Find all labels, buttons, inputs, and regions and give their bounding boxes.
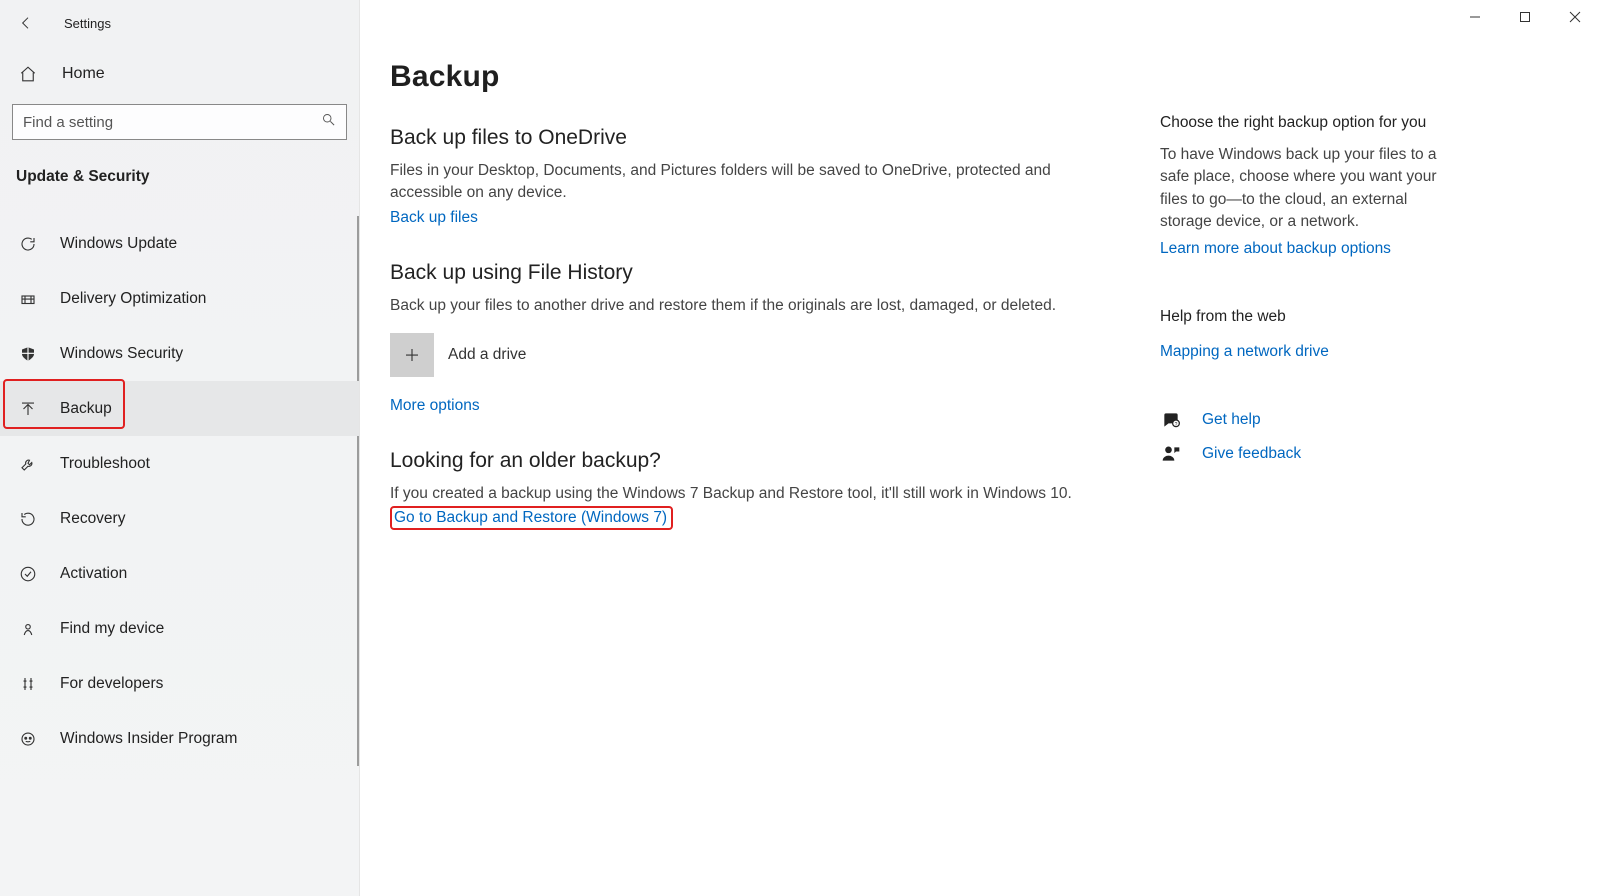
file-history-body: Back up your files to another drive and … (390, 295, 1090, 317)
onedrive-heading: Back up files to OneDrive (390, 126, 1090, 150)
sidebar-item-backup[interactable]: Backup (0, 381, 359, 436)
backup-files-link[interactable]: Back up files (390, 209, 478, 227)
sidebar-item-windows-security[interactable]: Windows Security (0, 326, 359, 381)
add-drive-label: Add a drive (448, 346, 526, 364)
sidebar-item-label: Backup (60, 400, 112, 418)
sidebar-item-recovery[interactable]: Recovery (0, 491, 359, 546)
learn-backup-options-link[interactable]: Learn more about backup options (1160, 240, 1391, 258)
sidebar-home-label: Home (62, 65, 105, 83)
back-button[interactable] (16, 13, 36, 33)
page-title: Backup (390, 60, 1090, 94)
shield-icon (18, 344, 38, 364)
settings-window: Settings Home Update & Security (0, 0, 1600, 896)
get-help-icon: ? (1160, 409, 1182, 431)
sidebar-item-label: Windows Insider Program (60, 730, 237, 748)
sidebar-item-find-my-device[interactable]: Find my device (0, 601, 359, 656)
plus-icon (390, 333, 434, 377)
main-column: Backup Back up files to OneDrive Files i… (390, 60, 1130, 896)
sidebar-nav: Windows Update Delivery Optimization Win… (0, 216, 359, 766)
sidebar-home[interactable]: Home (0, 46, 359, 94)
get-help-link[interactable]: Get help (1202, 411, 1261, 429)
search-icon (321, 112, 336, 132)
sidebar-header: Settings (0, 0, 359, 46)
feedback-icon (1160, 443, 1182, 465)
sidebar-category: Update & Security (0, 154, 359, 196)
backup-restore-win7-link[interactable]: Go to Backup and Restore (Windows 7) (394, 509, 667, 527)
search-wrap (0, 94, 359, 154)
refresh-icon (18, 234, 38, 254)
backup-icon (18, 399, 38, 419)
right-choose-body: To have Windows back up your files to a … (1160, 144, 1450, 234)
file-history-heading: Back up using File History (390, 261, 1090, 285)
sidebar-item-windows-update[interactable]: Windows Update (0, 216, 359, 271)
right-choose-heading: Choose the right backup option for you (1160, 112, 1450, 134)
older-backup-heading: Looking for an older backup? (390, 449, 1090, 473)
mapping-network-drive-link[interactable]: Mapping a network drive (1160, 343, 1329, 361)
sidebar: Settings Home Update & Security (0, 0, 360, 896)
devtools-icon (18, 674, 38, 694)
close-button[interactable] (1550, 0, 1600, 34)
check-icon (18, 564, 38, 584)
minimize-button[interactable] (1450, 0, 1500, 34)
annotation-highlight-restore-link: Go to Backup and Restore (Windows 7) (390, 506, 673, 530)
sidebar-item-label: Windows Update (60, 235, 177, 253)
sidebar-item-label: Find my device (60, 620, 164, 638)
delivery-icon (18, 289, 38, 309)
sidebar-item-delivery-optimization[interactable]: Delivery Optimization (0, 271, 359, 326)
sidebar-item-troubleshoot[interactable]: Troubleshoot (0, 436, 359, 491)
onedrive-body: Files in your Desktop, Documents, and Pi… (390, 160, 1090, 205)
sidebar-item-windows-insider[interactable]: Windows Insider Program (0, 711, 359, 766)
sidebar-item-label: Troubleshoot (60, 455, 150, 473)
home-icon (18, 64, 38, 84)
search-input[interactable] (23, 114, 321, 131)
get-help-row[interactable]: ? Get help (1160, 409, 1450, 431)
window-controls (1450, 0, 1600, 34)
sidebar-item-activation[interactable]: Activation (0, 546, 359, 601)
insider-icon (18, 729, 38, 749)
sidebar-item-label: Delivery Optimization (60, 290, 206, 308)
main-content: Backup Back up files to OneDrive Files i… (360, 0, 1600, 896)
add-drive-button[interactable]: Add a drive (390, 333, 526, 377)
svg-text:?: ? (1175, 422, 1178, 428)
help-from-web-heading: Help from the web (1160, 306, 1450, 328)
give-feedback-link[interactable]: Give feedback (1202, 445, 1301, 463)
sidebar-item-label: For developers (60, 675, 163, 693)
recovery-icon (18, 509, 38, 529)
wrench-icon (18, 454, 38, 474)
sidebar-item-label: Recovery (60, 510, 125, 528)
maximize-button[interactable] (1500, 0, 1550, 34)
right-column: Choose the right backup option for you T… (1160, 60, 1450, 896)
search-box[interactable] (12, 104, 347, 140)
older-backup-body: If you created a backup using the Window… (390, 483, 1090, 505)
give-feedback-row[interactable]: Give feedback (1160, 443, 1450, 465)
more-options-link[interactable]: More options (390, 397, 480, 415)
sidebar-item-for-developers[interactable]: For developers (0, 656, 359, 711)
sidebar-item-label: Activation (60, 565, 127, 583)
window-title: Settings (64, 16, 111, 31)
sidebar-item-label: Windows Security (60, 345, 183, 363)
locate-icon (18, 619, 38, 639)
